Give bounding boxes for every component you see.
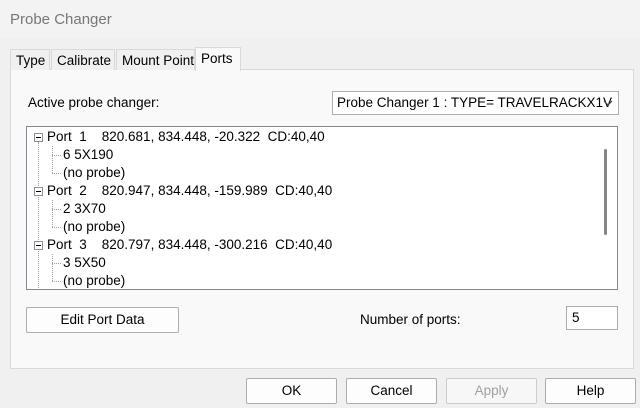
number-of-ports-field[interactable]: 5: [566, 306, 618, 330]
tree-line: [52, 254, 53, 281]
tab-type[interactable]: Type: [10, 49, 50, 70]
tree-item-probe[interactable]: (no probe): [63, 218, 125, 236]
tree-item-port-1[interactable]: Port 1 820.681, 834.448, -20.322 CD:40,4…: [47, 128, 325, 146]
chevron-down-icon: [603, 100, 613, 106]
tree-line: [38, 142, 39, 289]
title-bar: Probe Changer: [0, 0, 640, 38]
tree-item-probe[interactable]: (no probe): [63, 164, 125, 182]
tree-item-probe[interactable]: 3 5X50: [63, 254, 106, 272]
tree-line: [52, 200, 53, 227]
tree-line: [52, 227, 61, 228]
number-of-ports-label: Number of ports:: [360, 312, 461, 327]
tree-line: [52, 209, 61, 210]
tab-calibrate[interactable]: Calibrate: [51, 49, 115, 70]
tree-item-probe[interactable]: 2 3X70: [63, 200, 106, 218]
help-button[interactable]: Help: [545, 378, 636, 404]
edit-port-data-button[interactable]: Edit Port Data: [26, 307, 179, 333]
ok-button[interactable]: OK: [246, 378, 337, 404]
tree-scrollbar[interactable]: [604, 149, 607, 235]
tree-item-probe[interactable]: 6 5X190: [63, 146, 113, 164]
tree-line: [52, 146, 53, 173]
apply-button[interactable]: Apply: [446, 378, 537, 404]
tree-item-port-2[interactable]: Port 2 820.947, 834.448, -159.989 CD:40,…: [47, 182, 332, 200]
tree-line: [52, 281, 61, 282]
tree-item-port-3[interactable]: Port 3 820.797, 834.448, -300.216 CD:40,…: [47, 236, 332, 254]
tree-line: [52, 263, 61, 264]
tree-line: [52, 173, 61, 174]
collapse-icon[interactable]: [34, 133, 43, 142]
number-of-ports-value: 5: [572, 310, 580, 325]
active-probe-changer-value: Probe Changer 1 : TYPE= TRAVELRACKX1V: [337, 95, 613, 110]
collapse-icon[interactable]: [34, 187, 43, 196]
window-title: Probe Changer: [10, 11, 112, 28]
active-probe-changer-label: Active probe changer:: [28, 95, 160, 110]
tab-ports[interactable]: Ports: [195, 47, 241, 71]
tree-line: [52, 155, 61, 156]
tree-item-probe[interactable]: (no probe): [63, 272, 125, 289]
collapse-icon[interactable]: [34, 241, 43, 250]
ports-tree[interactable]: Port 1 820.681, 834.448, -20.322 CD:40,4…: [26, 126, 618, 290]
tab-mount-point[interactable]: Mount Point: [116, 49, 195, 70]
active-probe-changer-select[interactable]: Probe Changer 1 : TYPE= TRAVELRACKX1V: [332, 91, 619, 115]
cancel-button[interactable]: Cancel: [346, 378, 437, 404]
